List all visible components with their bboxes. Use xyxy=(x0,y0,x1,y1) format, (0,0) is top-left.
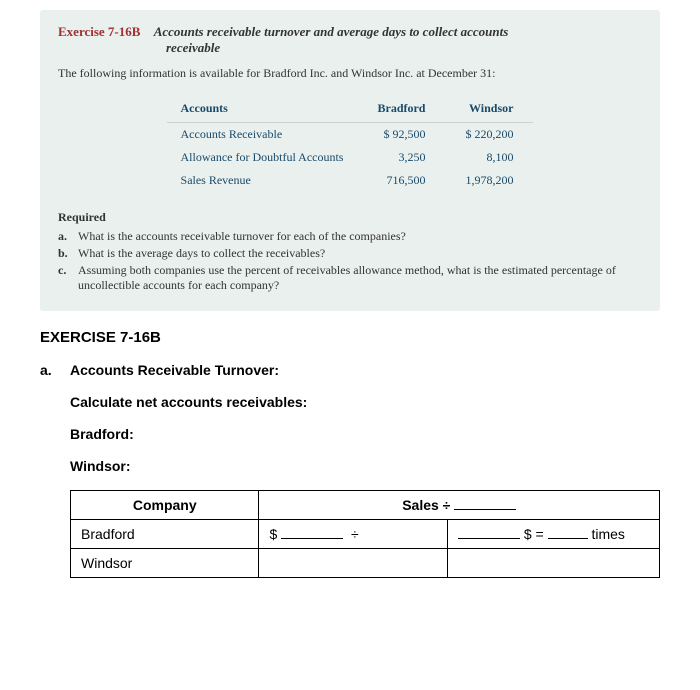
col-windsor: Windsor xyxy=(445,95,533,123)
calc-cell-empty[interactable] xyxy=(447,549,659,578)
required-heading: Required xyxy=(58,210,642,225)
table-row: Windsor xyxy=(71,549,660,578)
calc-table: Company Sales ÷ Bradford $ ÷ xyxy=(70,490,660,578)
col-accounts: Accounts xyxy=(167,95,358,123)
calc-label: Calculate net accounts receivables: xyxy=(70,394,660,410)
exercise-number: Exercise 7-16B xyxy=(58,24,140,39)
part-letter: a. xyxy=(40,362,70,578)
blank-fill[interactable] xyxy=(454,509,516,510)
exercise-subtitle-2: receivable xyxy=(166,40,642,56)
intro-text: The following information is available f… xyxy=(58,66,642,81)
table-row: Sales Revenue 716,500 1,978,200 xyxy=(167,169,534,192)
req-letter: c. xyxy=(58,263,78,293)
list-item: b. What is the average days to collect t… xyxy=(58,246,642,261)
calc-formula-right: $ = times xyxy=(447,520,659,549)
row-label: Accounts Receivable xyxy=(167,123,358,147)
exercise-box: Exercise 7-16B Accounts receivable turno… xyxy=(40,10,660,311)
equals-sign: $ = xyxy=(524,526,544,542)
calc-company: Bradford xyxy=(71,520,259,549)
exercise-subtitle-1: Accounts receivable turnover and average… xyxy=(154,24,509,39)
times-text: times xyxy=(591,526,624,542)
worksheet-title: EXERCISE 7-16B xyxy=(40,329,660,346)
exercise-title-line: Exercise 7-16B Accounts receivable turno… xyxy=(58,24,642,56)
calc-col-sales: Sales ÷ xyxy=(259,491,660,520)
row-label: Allowance for Doubtful Accounts xyxy=(167,146,358,169)
req-text: What is the accounts receivable turnover… xyxy=(78,229,642,244)
bradford-label: Bradford: xyxy=(70,426,660,442)
table-row: Accounts Receivable $ 92,500 $ 220,200 xyxy=(167,123,534,147)
calc-formula-left: $ ÷ xyxy=(259,520,447,549)
table-row: Bradford $ ÷ $ = times xyxy=(71,520,660,549)
list-item: c. Assuming both companies use the perce… xyxy=(58,263,642,293)
row-val: $ 220,200 xyxy=(445,123,533,147)
calc-h2-text: Sales ÷ xyxy=(402,497,450,513)
row-val: 716,500 xyxy=(357,169,445,192)
req-text: Assuming both companies use the percent … xyxy=(78,263,642,293)
required-list: a. What is the accounts receivable turno… xyxy=(58,229,642,293)
calc-company: Windsor xyxy=(71,549,259,578)
part-a-heading: Accounts Receivable Turnover: xyxy=(70,362,660,378)
calc-cell-empty[interactable] xyxy=(259,549,447,578)
row-label: Sales Revenue xyxy=(167,169,358,192)
req-letter: b. xyxy=(58,246,78,261)
calc-h1-text: Company xyxy=(133,497,197,513)
req-text: What is the average days to collect the … xyxy=(78,246,642,261)
blank-fill[interactable] xyxy=(458,538,520,539)
col-bradford: Bradford xyxy=(357,95,445,123)
dollar-sign: $ xyxy=(269,526,277,542)
windsor-label: Windsor: xyxy=(70,458,660,474)
row-val: 1,978,200 xyxy=(445,169,533,192)
row-val: $ 92,500 xyxy=(357,123,445,147)
calc-col-company: Company xyxy=(71,491,259,520)
blank-fill[interactable] xyxy=(548,538,588,539)
table-row: Allowance for Doubtful Accounts 3,250 8,… xyxy=(167,146,534,169)
blank-fill[interactable] xyxy=(281,538,343,539)
part-content: Accounts Receivable Turnover: Calculate … xyxy=(70,362,660,578)
row-val: 8,100 xyxy=(445,146,533,169)
part-a: a. Accounts Receivable Turnover: Calcula… xyxy=(40,362,660,578)
row-val: 3,250 xyxy=(357,146,445,169)
req-letter: a. xyxy=(58,229,78,244)
divide-sign: ÷ xyxy=(351,526,359,542)
worksheet: EXERCISE 7-16B a. Accounts Receivable Tu… xyxy=(40,329,660,578)
list-item: a. What is the accounts receivable turno… xyxy=(58,229,642,244)
data-table: Accounts Bradford Windsor Accounts Recei… xyxy=(167,95,534,192)
